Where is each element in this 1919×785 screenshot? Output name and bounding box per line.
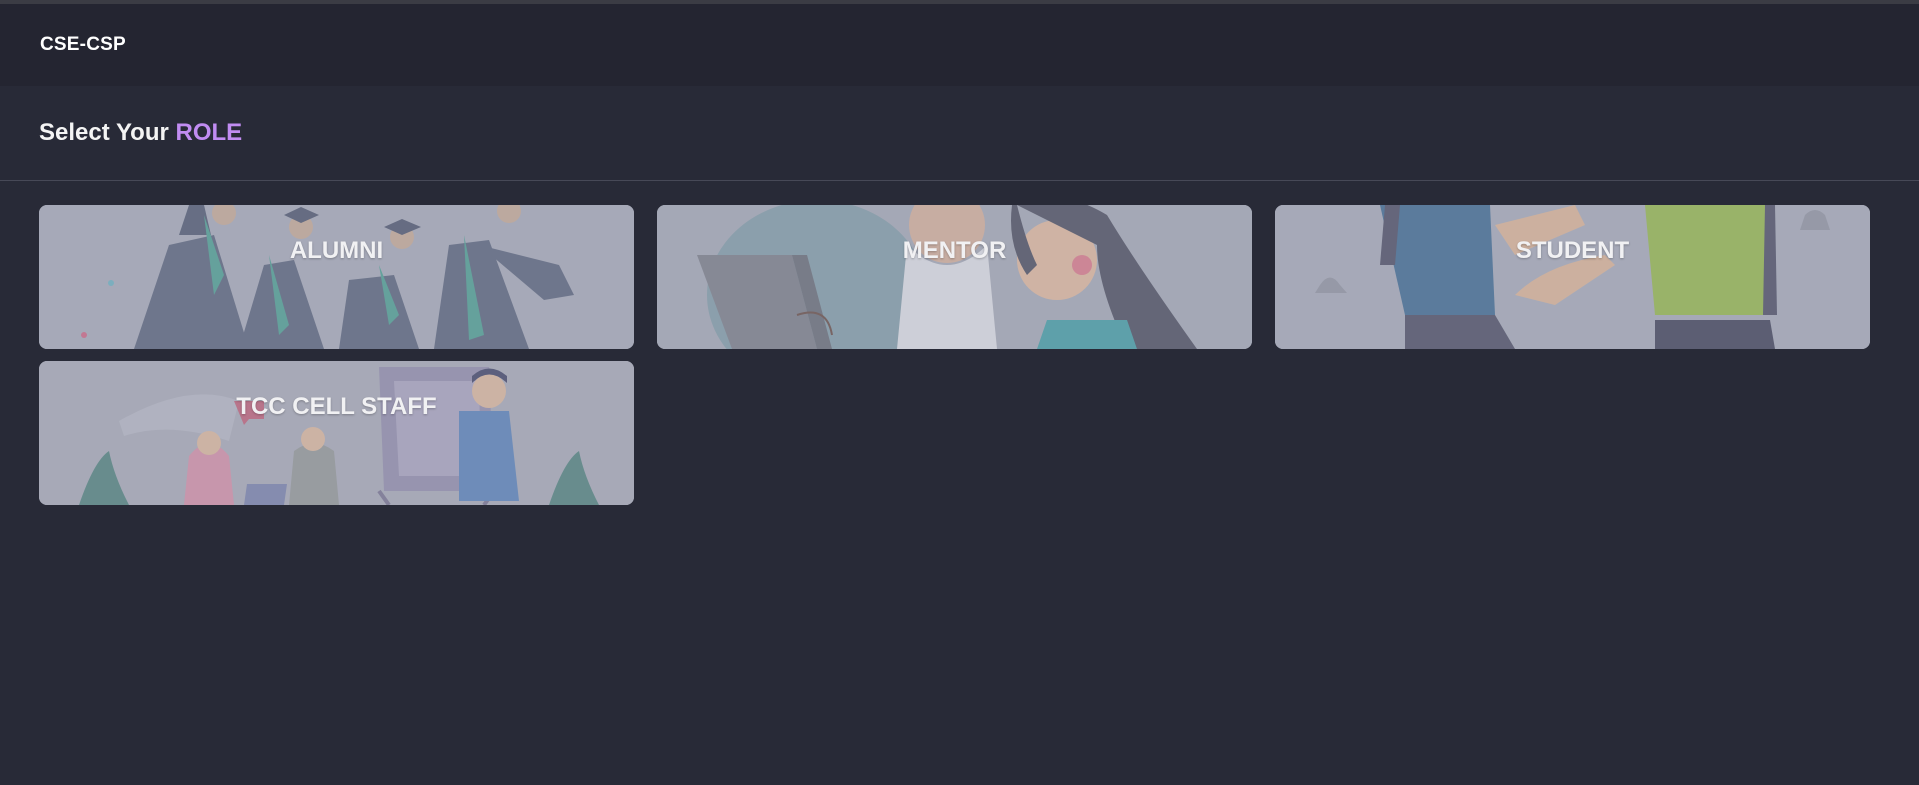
role-card-grid: ALUMNI MENTOR STUDENT TCC CELL STAFF [0,181,1919,505]
card-overlay [39,361,634,505]
card-overlay [1275,205,1870,349]
role-card-tcc-cell-staff[interactable]: TCC CELL STAFF [39,361,634,505]
page-header: Select Your ROLE [0,86,1919,181]
role-card-alumni[interactable]: ALUMNI [39,205,634,349]
brand-logo-text[interactable]: CSE-CSP [40,34,126,56]
card-overlay [657,205,1252,349]
navbar: CSE-CSP [0,4,1919,86]
role-card-label: ALUMNI [289,237,384,264]
role-card-label: STUDENT [1515,237,1630,264]
role-card-label: MENTOR [902,237,1007,264]
role-card-mentor[interactable]: MENTOR [657,205,1252,349]
page-title-accent: ROLE [175,119,243,146]
role-card-student[interactable]: STUDENT [1275,205,1870,349]
card-overlay [39,205,634,349]
page-title-prefix: Select Your [39,119,169,146]
role-card-label: TCC CELL STAFF [236,393,437,420]
page-title: Select Your ROLE [39,119,242,147]
